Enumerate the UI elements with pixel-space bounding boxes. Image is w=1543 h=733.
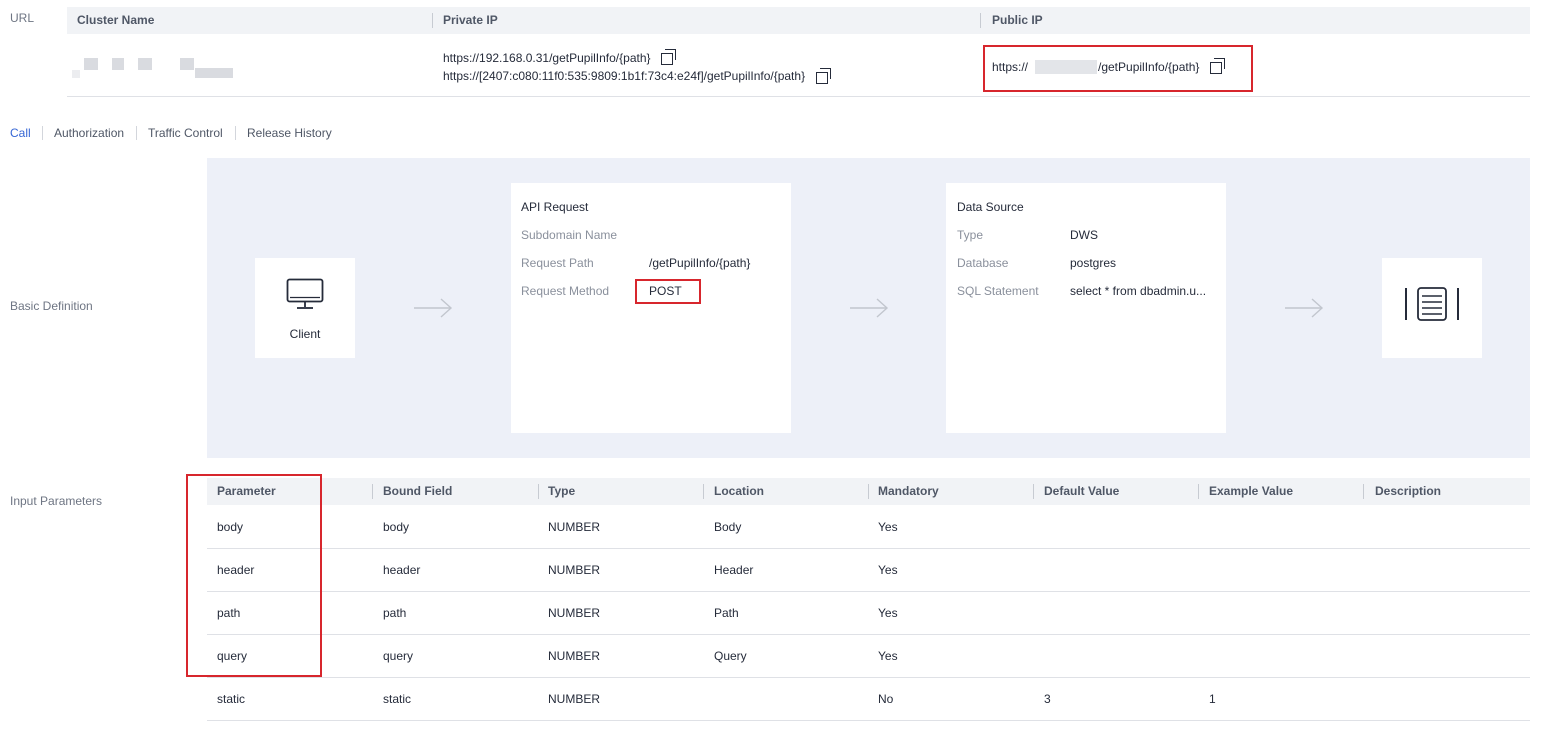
column-header-type: Type	[548, 484, 576, 498]
cell-type: NUMBER	[548, 520, 601, 534]
tab-release-history[interactable]: Release History	[247, 126, 332, 140]
cell-bound-field: header	[383, 563, 421, 577]
cell-mandatory: Yes	[878, 520, 898, 534]
column-divider	[868, 484, 869, 499]
cell-default-value: 3	[1044, 692, 1051, 706]
private-ip-url-v6: https://[2407:c080:11f0:535:9809:1b1f:73…	[443, 69, 806, 83]
request-path-value: /getPupilInfo/{path}	[649, 256, 751, 270]
cell-bound-field: query	[383, 649, 414, 663]
column-header-location: Location	[714, 484, 764, 498]
public-ip-url-prefix: https://	[992, 60, 1029, 74]
column-header-default-value: Default Value	[1044, 484, 1120, 498]
column-divider	[1198, 484, 1199, 499]
row-divider	[207, 677, 1530, 678]
copy-icon[interactable]	[661, 49, 677, 65]
column-header-public-ip: Public IP	[992, 13, 1043, 27]
request-method-label: Request Method	[521, 284, 610, 298]
client-label: Client	[289, 327, 321, 341]
column-divider	[372, 484, 373, 499]
column-header-private-ip: Private IP	[443, 13, 498, 27]
column-divider	[432, 13, 433, 28]
tab-traffic-control[interactable]: Traffic Control	[148, 126, 223, 140]
cell-location: Header	[714, 563, 754, 577]
arrow-right-icon	[1285, 298, 1324, 318]
row-divider	[67, 96, 1530, 97]
column-header-bound-field: Bound Field	[383, 484, 453, 498]
cell-mandatory: Yes	[878, 606, 898, 620]
url-table-header: Cluster Name Private IP Public IP	[67, 7, 1530, 34]
arrow-right-icon	[414, 298, 453, 318]
cell-type: NUMBER	[548, 606, 601, 620]
request-path-label: Request Path	[521, 256, 594, 270]
subdomain-name-label: Subdomain Name	[521, 228, 618, 242]
url-section-label: URL	[10, 11, 35, 25]
database-card	[1382, 258, 1482, 358]
column-header-example-value: Example Value	[1209, 484, 1294, 498]
data-source-title: Data Source	[957, 200, 1024, 214]
column-header-description: Description	[1375, 484, 1442, 498]
private-ip-url-v4: https://192.168.0.31/getPupilInfo/{path}	[443, 51, 651, 65]
cell-parameter: static	[217, 692, 246, 706]
tab-divider	[136, 126, 137, 140]
tab-authorization[interactable]: Authorization	[54, 126, 124, 140]
database-label: Database	[957, 256, 1009, 270]
cell-bound-field: path	[383, 606, 407, 620]
row-divider	[207, 591, 1530, 592]
cell-bound-field: static	[383, 692, 412, 706]
column-divider	[1033, 484, 1034, 499]
type-label: Type	[957, 228, 984, 242]
monitor-icon	[286, 278, 324, 309]
column-divider	[538, 484, 539, 499]
cell-location: Body	[714, 520, 742, 534]
row-divider	[207, 720, 1530, 721]
public-ip-url-suffix: /getPupilInfo/{path}	[1098, 60, 1200, 74]
cell-location: Query	[714, 649, 747, 663]
cell-type: NUMBER	[548, 563, 601, 577]
cell-example-value: 1	[1209, 692, 1216, 706]
api-request-title: API Request	[521, 200, 589, 214]
column-divider	[1363, 484, 1364, 499]
input-parameters-label: Input Parameters	[10, 494, 103, 508]
server-list-icon	[1405, 287, 1459, 321]
column-divider	[980, 13, 981, 28]
api-request-card: API Request Subdomain Name Request Path …	[511, 183, 791, 433]
column-divider	[703, 484, 704, 499]
cell-mandatory: No	[878, 692, 894, 706]
sql-statement-value: select * from dbadmin.u...	[1070, 284, 1207, 298]
cell-bound-field: body	[383, 520, 410, 534]
cell-mandatory: Yes	[878, 649, 898, 663]
cell-type: NUMBER	[548, 649, 601, 663]
database-value: postgres	[1070, 256, 1117, 270]
tab-divider	[42, 126, 43, 140]
request-method-highlight	[635, 279, 701, 304]
column-header-mandatory: Mandatory	[878, 484, 939, 498]
row-divider	[207, 634, 1530, 635]
cell-location: Path	[714, 606, 739, 620]
type-value: DWS	[1070, 228, 1098, 242]
tab-divider	[235, 126, 236, 140]
basic-definition-label: Basic Definition	[10, 299, 93, 313]
row-divider	[207, 548, 1530, 549]
tab-call[interactable]: Call	[10, 126, 31, 140]
data-source-card: Data Source Type DWS Database postgres S…	[946, 183, 1226, 433]
parameter-column-highlight	[186, 474, 322, 677]
cell-mandatory: Yes	[878, 563, 898, 577]
copy-icon[interactable]	[1210, 58, 1226, 74]
cell-type: NUMBER	[548, 692, 601, 706]
arrow-right-icon	[850, 298, 889, 318]
sql-statement-label: SQL Statement	[957, 284, 1039, 298]
public-ip-redacted	[1035, 60, 1097, 74]
copy-icon[interactable]	[816, 68, 832, 84]
column-header-cluster-name: Cluster Name	[77, 13, 155, 27]
client-card: Client	[255, 258, 355, 358]
